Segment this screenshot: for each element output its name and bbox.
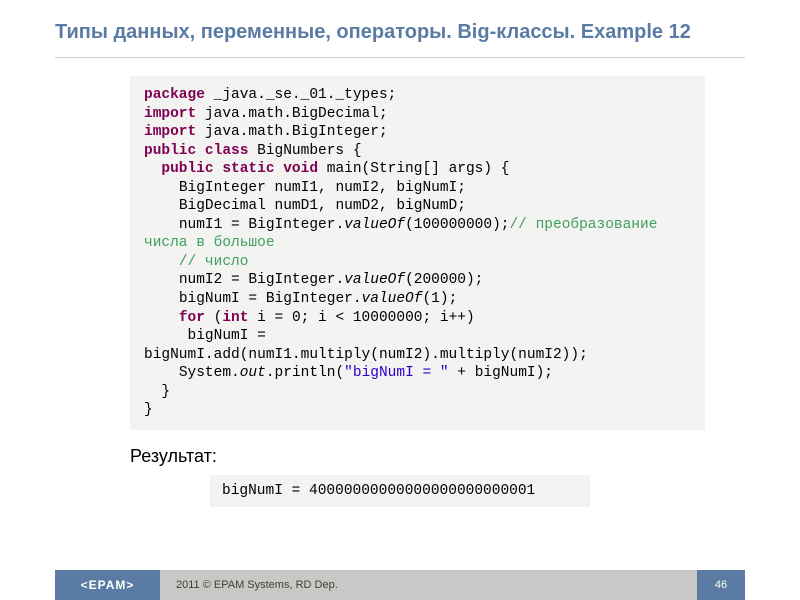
code-text: java.math.BigDecimal;: [196, 106, 387, 122]
code-text: (: [205, 310, 222, 326]
code-text: [144, 254, 179, 270]
code-text: main(String[] args) {: [318, 161, 509, 177]
code-text: BigDecimal numD1, numD2, bigNumD;: [144, 198, 466, 214]
slide-title: Типы данных, переменные, операторы. Big-…: [0, 0, 800, 51]
footer-spacer-right: [745, 570, 800, 600]
code-method: valueOf: [344, 272, 405, 288]
code-text: (200000);: [405, 272, 483, 288]
code-text: bigNumI = BigInteger.: [144, 291, 362, 307]
code-keyword: public static void: [161, 161, 318, 177]
footer-logo: <EPAM>: [55, 570, 160, 600]
code-keyword: int: [222, 310, 248, 326]
code-text: java.math.BigInteger;: [196, 124, 387, 140]
code-text: (1);: [422, 291, 457, 307]
code-text: .println(: [266, 365, 344, 381]
code-text: }: [144, 384, 170, 400]
result-output: bigNumI = 40000000000000000000000001: [210, 475, 590, 507]
title-divider: [55, 57, 745, 58]
footer: <EPAM> 2011 © EPAM Systems, RD Dep. 46: [0, 570, 800, 600]
result-label: Результат:: [130, 446, 800, 467]
code-text: numI1 = BigInteger.: [144, 217, 344, 233]
code-keyword: package: [144, 87, 205, 103]
code-text: numI2 = BigInteger.: [144, 272, 344, 288]
code-text: }: [144, 402, 153, 418]
code-field: out: [240, 365, 266, 381]
code-text: bigNumI = bigNumI.add(numI1.multiply(num…: [144, 328, 588, 363]
code-keyword: import: [144, 124, 196, 140]
code-keyword: public class: [144, 143, 248, 159]
code-method: valueOf: [362, 291, 423, 307]
code-text: _java._se._01._types;: [205, 87, 396, 103]
code-text: i = 0; i < 10000000; i++): [248, 310, 474, 326]
code-text: [144, 161, 161, 177]
code-keyword: import: [144, 106, 196, 122]
code-text: + bigNumI);: [449, 365, 553, 381]
code-block: package _java._se._01._types; import jav…: [130, 76, 705, 430]
code-text: (100000000);: [405, 217, 509, 233]
footer-copyright: 2011 © EPAM Systems, RD Dep.: [160, 570, 697, 600]
code-text: System.: [144, 365, 240, 381]
code-text: [144, 310, 179, 326]
code-method: valueOf: [344, 217, 405, 233]
footer-page-number: 46: [697, 570, 745, 600]
code-comment: // число: [179, 254, 249, 270]
code-text: BigNumbers {: [248, 143, 361, 159]
footer-spacer-left: [0, 570, 55, 600]
code-text: BigInteger numI1, numI2, bigNumI;: [144, 180, 466, 196]
code-string: "bigNumI = ": [344, 365, 448, 381]
code-keyword: for: [179, 310, 205, 326]
